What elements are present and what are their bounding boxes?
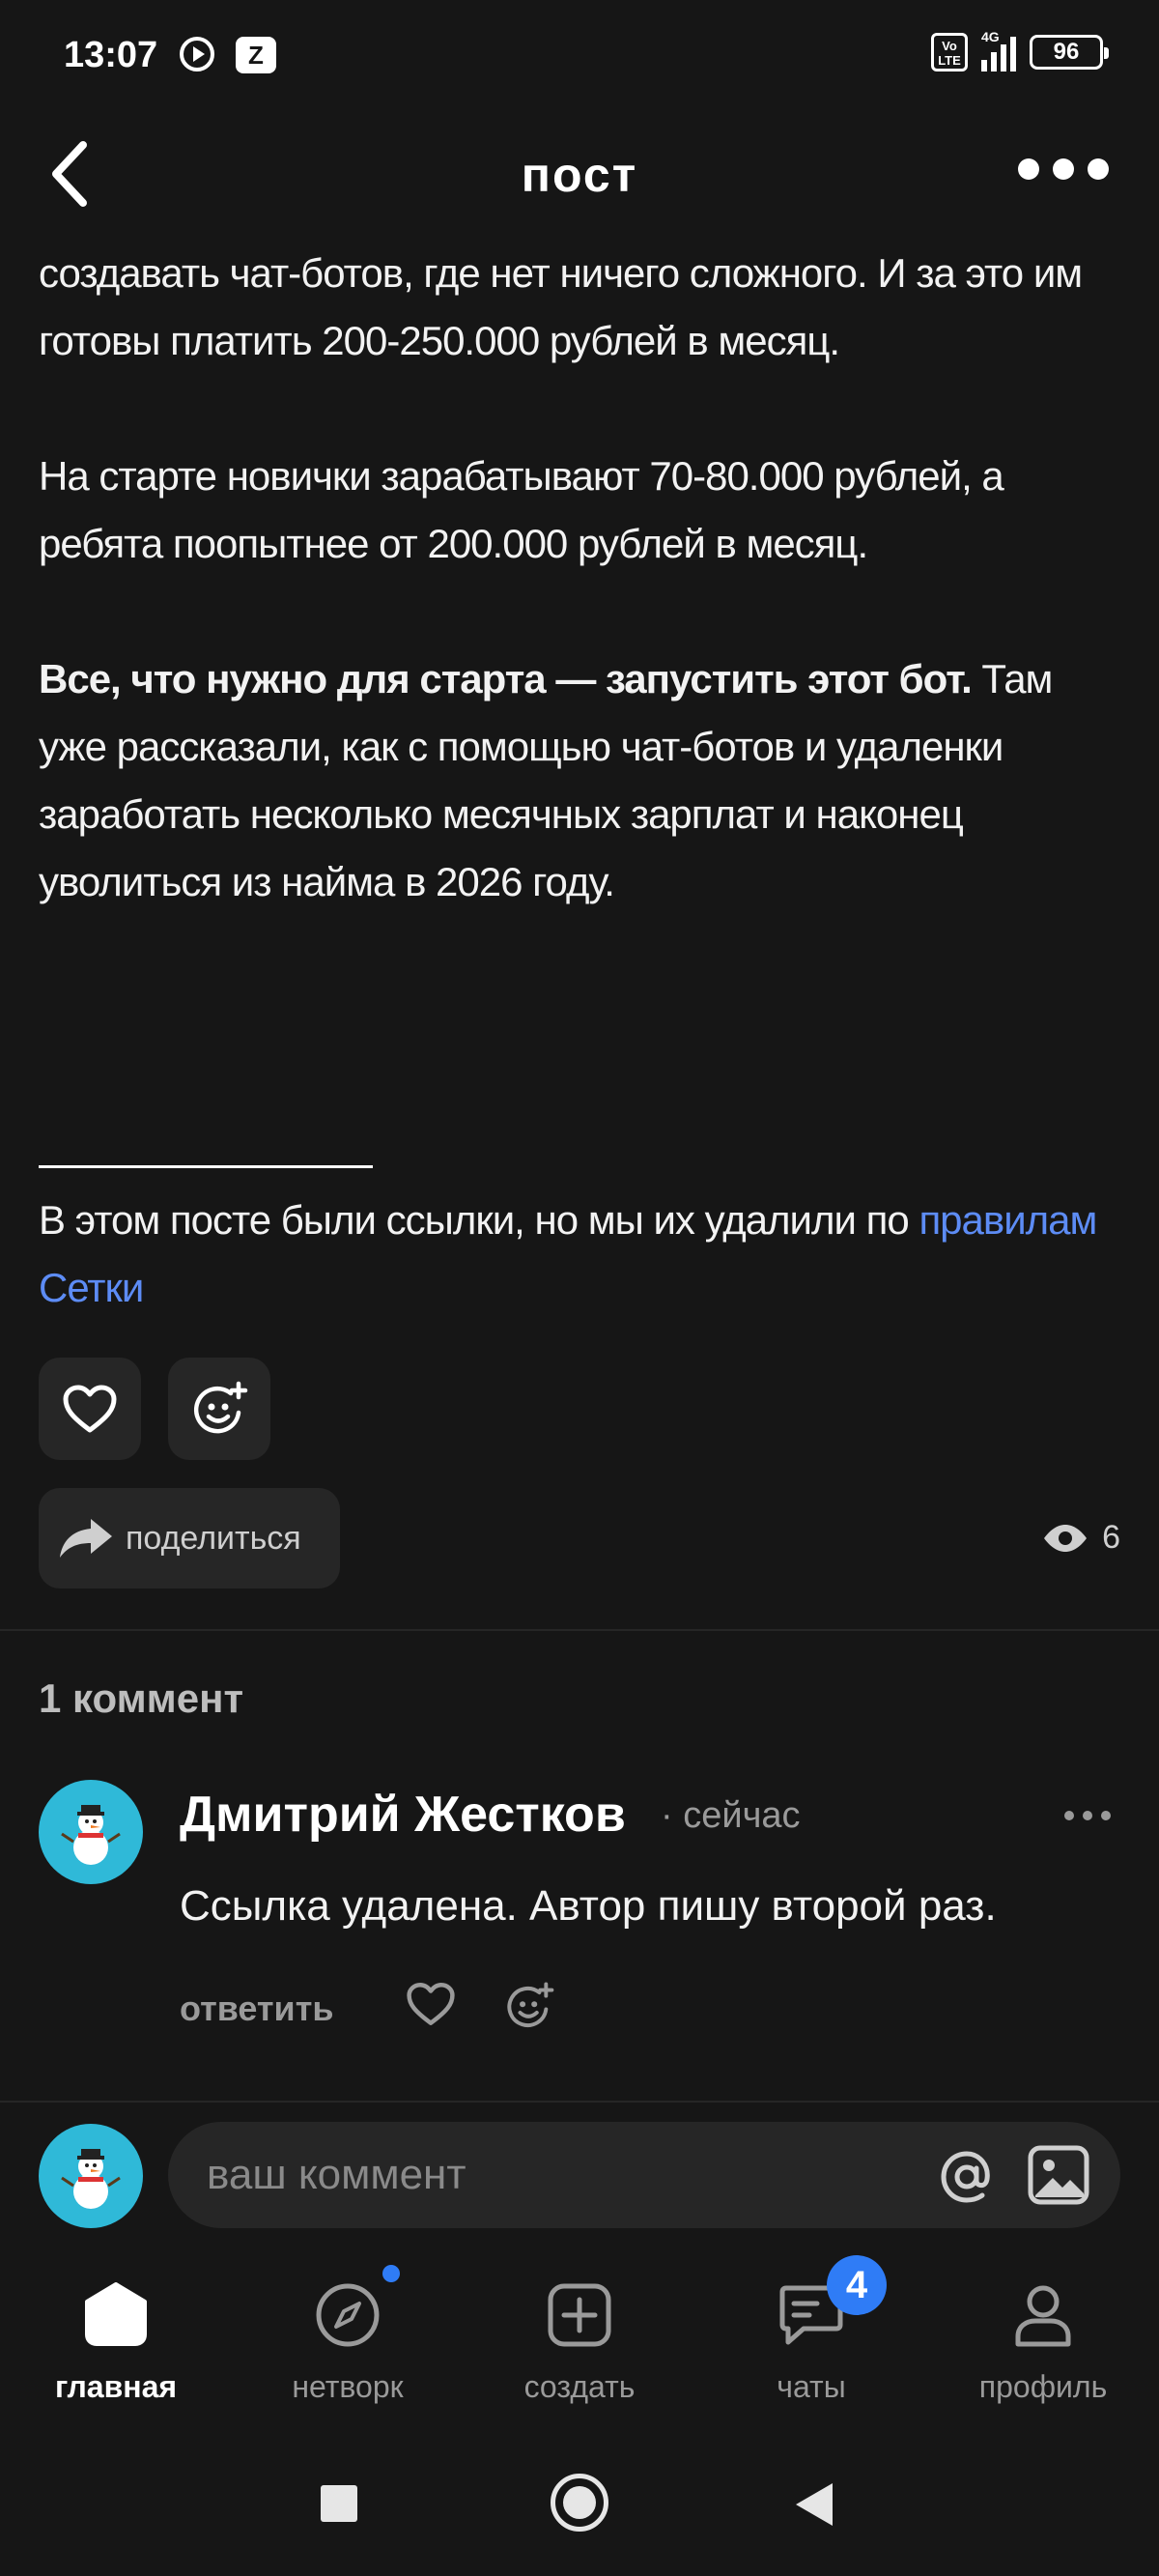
nav-label: профиль <box>978 2369 1108 2404</box>
home-icon <box>81 2280 151 2355</box>
share-arrow-icon <box>60 1519 112 1558</box>
status-bar: 13:07 Z Vo LTE 4G 96 <box>0 0 1159 114</box>
image-icon <box>1028 2145 1089 2205</box>
nav-create[interactable]: создать <box>483 2261 676 2425</box>
dot-icon <box>1018 158 1039 180</box>
status-time: 13:07 <box>64 35 158 75</box>
comment-author[interactable]: Дмитрий Жестков <box>180 1786 626 1844</box>
dot-icon <box>1088 158 1109 180</box>
comment-input-container <box>168 2122 1120 2228</box>
snowman-icon <box>61 1805 121 1865</box>
notice-text: В этом посте были ссылки, но мы их удали… <box>39 1197 919 1243</box>
dot-icon <box>1064 1811 1074 1820</box>
notification-dot <box>382 2265 400 2282</box>
emoji-add-icon <box>193 1381 248 1434</box>
emoji-add-icon <box>507 1982 554 2027</box>
nav-label: создать <box>523 2369 636 2404</box>
post-bold-text: Все, что нужно для старта — запустить эт… <box>39 656 973 701</box>
dot-icon <box>1053 158 1074 180</box>
eye-icon <box>1044 1524 1088 1552</box>
comment-reaction-button[interactable] <box>504 1981 554 2036</box>
post-body: создавать чат-ботов, где нет ничего слож… <box>39 240 1130 916</box>
battery-icon: 96 <box>1030 35 1109 70</box>
section-divider <box>0 1629 1159 1631</box>
comment-more-button[interactable] <box>1064 1811 1111 1820</box>
comment-text: Ссылка удалена. Автор пишу второй раз. <box>180 1882 997 1930</box>
system-navigation <box>0 2454 1159 2551</box>
add-reaction-button[interactable] <box>168 1358 270 1460</box>
mention-button[interactable] <box>939 2149 995 2210</box>
like-button[interactable] <box>39 1358 141 1460</box>
post-paragraph: На старте новички зарабатывают 70-80.000… <box>39 453 1004 566</box>
heart-icon <box>63 1385 117 1433</box>
media-play-icon <box>180 37 214 72</box>
network-type: 4G <box>981 29 1000 44</box>
reply-button[interactable]: ответить <box>180 1989 333 2029</box>
bottom-navigation: главная нетворк создать 4 чаты профиль <box>0 2255 1159 2435</box>
recent-apps-button[interactable] <box>321 2485 357 2522</box>
home-button[interactable] <box>551 2474 608 2532</box>
share-label: поделиться <box>126 1519 301 1557</box>
dot-icon <box>1083 1811 1092 1820</box>
removed-links-notice: В этом посте были ссылки, но мы их удали… <box>39 1187 1120 1322</box>
system-back-button[interactable] <box>796 2483 833 2526</box>
plus-square-icon <box>545 2280 614 2355</box>
volte-icon: Vo LTE <box>931 33 968 72</box>
at-sign-icon <box>941 2151 990 2203</box>
chats-badge: 4 <box>827 2255 887 2315</box>
comment-input[interactable] <box>207 2122 883 2228</box>
profile-icon <box>1008 2280 1078 2355</box>
avatar[interactable] <box>39 1780 143 1884</box>
comment-like-button[interactable] <box>406 1981 456 2032</box>
my-avatar[interactable] <box>39 2124 143 2228</box>
views-counter: 6 <box>1042 1519 1120 1557</box>
page-title: пост <box>521 148 638 202</box>
divider <box>39 1165 373 1168</box>
heart-icon <box>407 1983 455 2025</box>
nav-network[interactable]: нетворк <box>251 2261 444 2425</box>
nav-chats[interactable]: 4 чаты <box>715 2255 908 2425</box>
signal-icon: 4G <box>981 29 1016 72</box>
app-notification-icon: Z <box>236 37 276 73</box>
nav-label: чаты <box>777 2369 846 2404</box>
nav-profile[interactable]: профиль <box>947 2261 1140 2425</box>
share-button[interactable]: поделиться <box>39 1488 340 1589</box>
post-paragraph: Все, что нужно для старта — запустить эт… <box>39 645 1130 916</box>
comments-count: 1 коммент <box>39 1675 244 1721</box>
compass-icon <box>313 2280 382 2355</box>
comment-time: · сейчас <box>661 1795 801 1836</box>
post-paragraph: создавать чат-ботов, где нет ничего слож… <box>39 250 1083 363</box>
dot-icon <box>1101 1811 1111 1820</box>
views-count: 6 <box>1102 1519 1120 1556</box>
attach-image-button[interactable] <box>1028 2145 1089 2210</box>
nav-home[interactable]: главная <box>19 2261 212 2425</box>
top-app-bar: пост <box>0 126 1159 222</box>
status-indicators: Vo LTE 4G 96 <box>931 29 1109 72</box>
snowman-icon <box>61 2149 121 2209</box>
nav-label: главная <box>54 2369 178 2404</box>
section-divider <box>0 2101 1159 2103</box>
nav-label: нетворк <box>292 2369 404 2404</box>
more-options-button[interactable] <box>1018 158 1109 180</box>
